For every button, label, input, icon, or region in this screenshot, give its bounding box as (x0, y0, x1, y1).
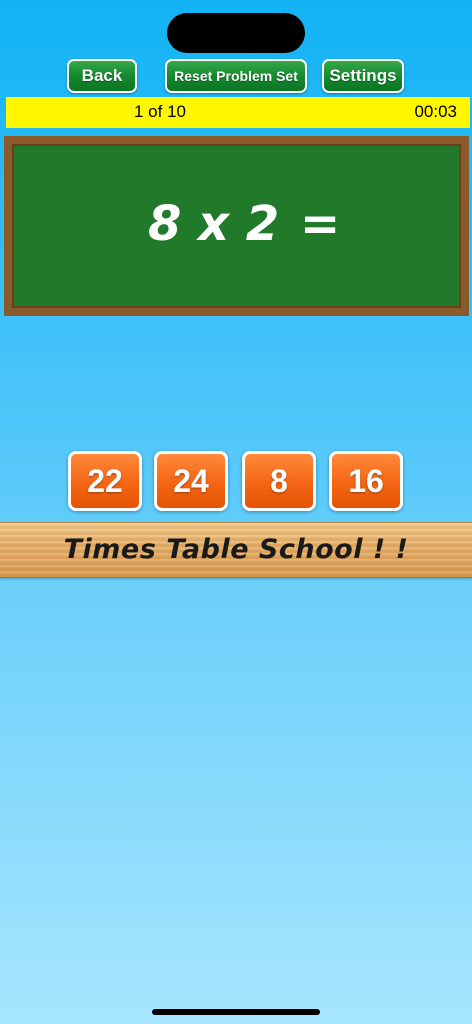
wood-banner: Times Table School ! ! (0, 522, 472, 578)
answer-choices: 22 24 8 16 (0, 451, 472, 511)
back-button[interactable]: Back (67, 59, 137, 93)
problem-expression: 8 x 2 (148, 196, 280, 252)
status-bar: 1 of 10 00:03 (6, 97, 470, 128)
camera-notch (167, 13, 305, 53)
answer-button-4[interactable]: 16 (329, 451, 403, 511)
problem-display: 8 x 2 = (12, 144, 461, 308)
answer-button-2[interactable]: 24 (154, 451, 228, 511)
problem-progress: 1 of 10 (134, 102, 186, 121)
answer-button-3[interactable]: 8 (242, 451, 316, 511)
chalkboard: 8 x 2 = (4, 136, 469, 316)
answer-button-1[interactable]: 22 (68, 451, 142, 511)
elapsed-timer: 00:03 (414, 102, 457, 121)
settings-button[interactable]: Settings (322, 59, 404, 93)
reset-problem-set-button[interactable]: Reset Problem Set (165, 59, 307, 93)
app-title: Times Table School ! ! (63, 534, 409, 565)
equals-sign: = (300, 196, 341, 252)
home-indicator[interactable] (152, 1009, 320, 1015)
